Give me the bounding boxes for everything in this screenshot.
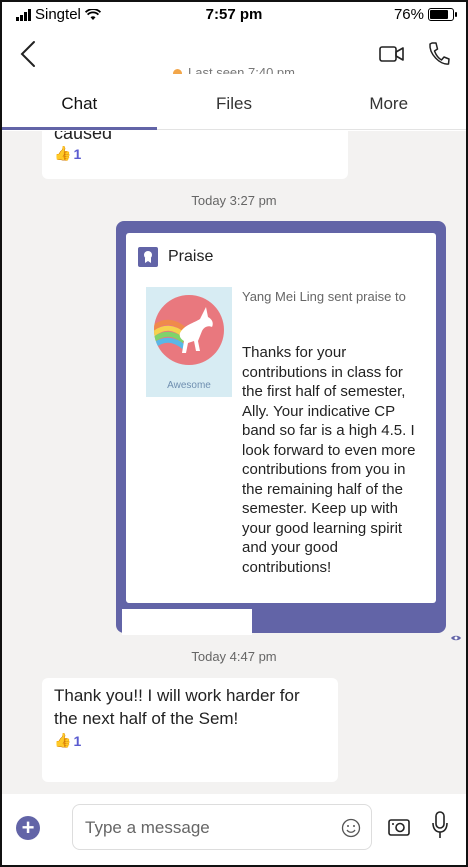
battery-percent: 76% xyxy=(393,6,424,23)
tab-chat[interactable]: Chat xyxy=(2,86,157,130)
incoming-message[interactable]: Thank you!! I will work harder for the n… xyxy=(42,678,338,782)
emoji-icon[interactable] xyxy=(341,818,361,838)
praise-message-body: Thanks for your contributions in class f… xyxy=(242,344,416,576)
phone-call-icon[interactable] xyxy=(426,40,450,68)
phone-screen: Singtel 7:57 pm 76% Last seen 7:40 pm Ch… xyxy=(0,0,468,867)
redacted-recipient xyxy=(122,609,252,635)
thumbs-up-icon: 👍 xyxy=(54,732,72,748)
praise-card-header: Praise xyxy=(138,247,213,267)
message-text: caused xyxy=(54,131,113,143)
compose-bar: + xyxy=(2,794,466,865)
outgoing-message[interactable]: Praise Awesome Yang Mei Ling sent praise… xyxy=(116,221,446,635)
praise-card-title: Praise xyxy=(168,248,214,265)
status-bar: Singtel 7:57 pm 76% xyxy=(2,2,466,28)
microphone-icon[interactable] xyxy=(432,811,448,839)
battery-info: 76% xyxy=(393,6,457,23)
awesome-sticker: Awesome xyxy=(146,287,232,397)
tab-bar: Chat Files More xyxy=(2,86,466,130)
message-timestamp: Today 3:27 pm xyxy=(191,193,277,208)
like-reaction[interactable]: 👍 1 xyxy=(54,145,336,162)
unicorn-icon xyxy=(154,295,224,365)
message-text: Thank you!! I will work harder for the n… xyxy=(54,686,300,728)
praise-badge-icon xyxy=(138,247,158,267)
sticker-label: Awesome xyxy=(167,380,211,391)
away-status-dot xyxy=(173,69,183,74)
seen-eye-icon xyxy=(451,635,461,641)
chat-header: Last seen 7:40 pm xyxy=(2,28,466,86)
video-call-icon[interactable] xyxy=(378,42,406,66)
last-seen-text: Last seen 7:40 pm xyxy=(188,65,295,74)
like-reaction[interactable]: 👍 1 xyxy=(54,732,326,749)
thumbs-up-icon: 👍 xyxy=(54,145,72,161)
tab-files[interactable]: Files xyxy=(157,86,312,129)
chat-thread[interactable]: caused 👍 1 Today 3:27 pm Praise Awesome … xyxy=(2,131,466,794)
camera-icon[interactable] xyxy=(388,817,410,837)
reaction-count: 1 xyxy=(73,145,82,162)
praise-card[interactable]: Praise Awesome Yang Mei Ling sent praise… xyxy=(126,233,436,603)
message-timestamp: Today 4:47 pm xyxy=(191,649,277,664)
add-attachment-icon[interactable]: + xyxy=(16,816,40,840)
battery-icon xyxy=(428,8,457,21)
praise-sender-line: Yang Mei Ling sent praise to xyxy=(242,289,406,304)
message-input-box[interactable] xyxy=(72,804,372,850)
message-input[interactable] xyxy=(85,815,325,841)
tab-more[interactable]: More xyxy=(311,86,466,129)
incoming-message[interactable]: caused 👍 1 xyxy=(42,131,348,179)
reaction-count: 1 xyxy=(73,732,82,749)
